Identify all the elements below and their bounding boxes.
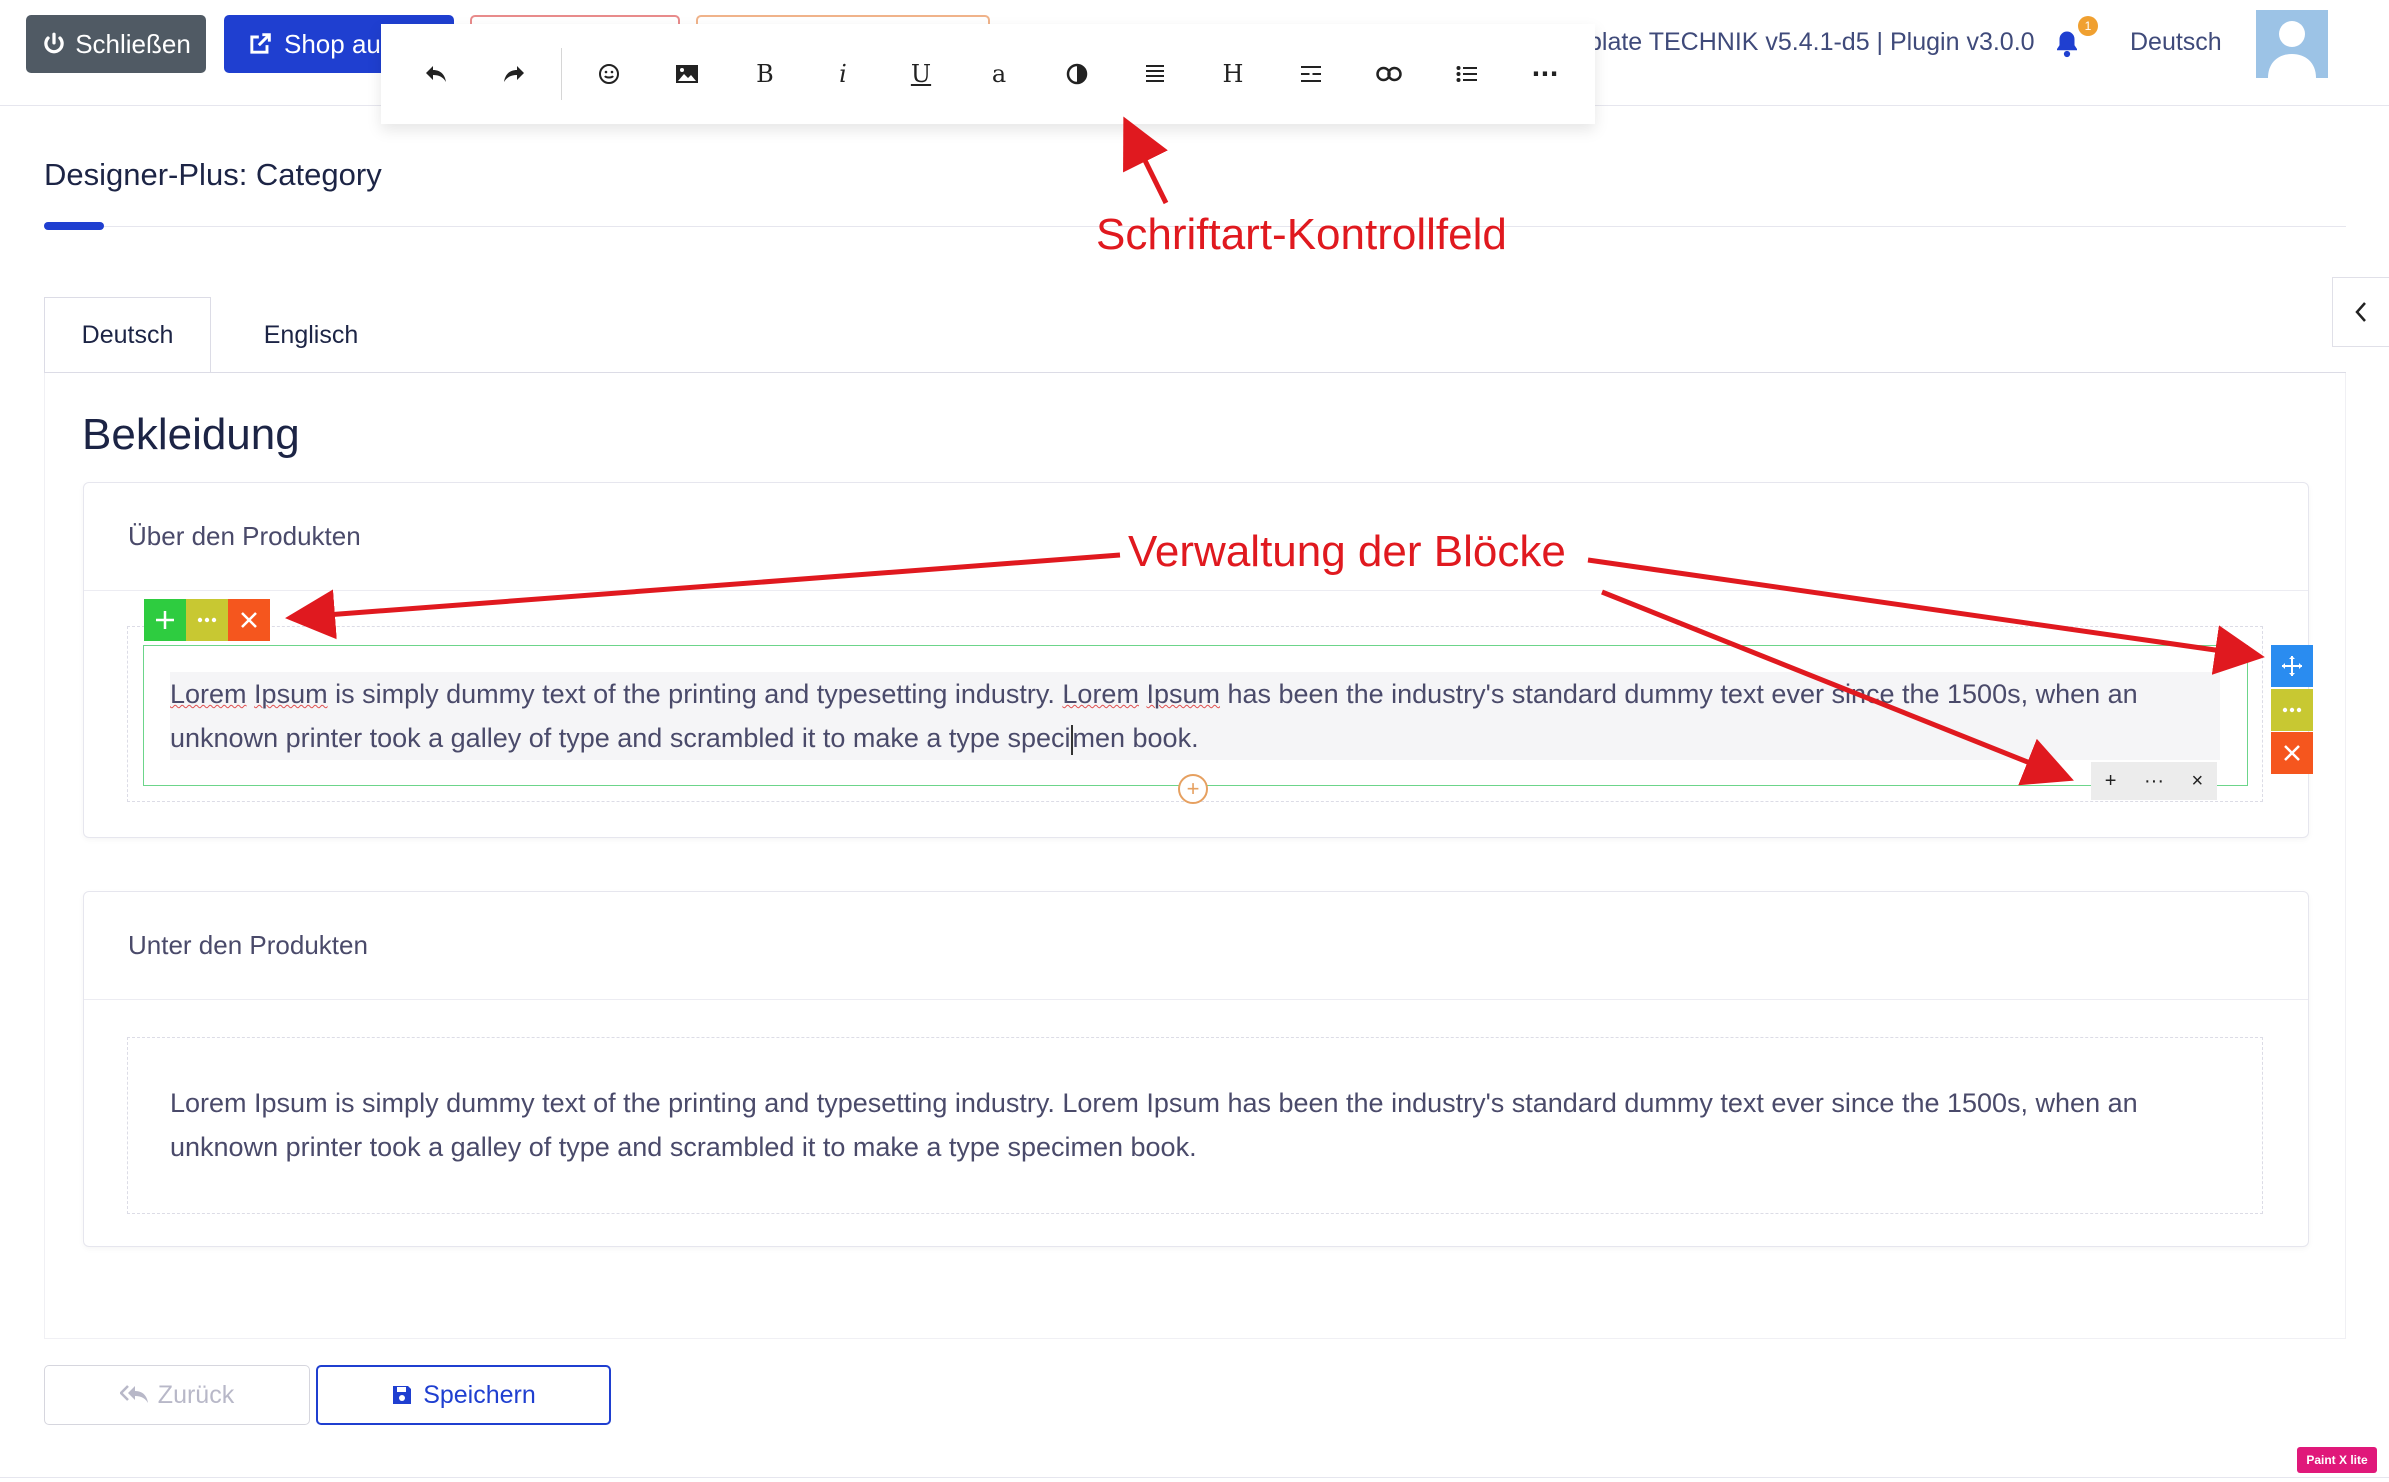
list-icon bbox=[1456, 66, 1477, 82]
dots-icon bbox=[2282, 707, 2302, 713]
annotation-font-control: Schriftart-Kontrollfeld bbox=[1096, 210, 1507, 259]
more-options-button[interactable]: ··· bbox=[1506, 24, 1584, 124]
text-fragment: men book. bbox=[1072, 723, 1199, 753]
underline-button[interactable]: U bbox=[882, 24, 960, 124]
more-options-label: ··· bbox=[1531, 60, 1559, 88]
align-button[interactable] bbox=[1116, 24, 1194, 124]
font-color-label: a bbox=[991, 60, 1007, 88]
image-icon bbox=[676, 65, 698, 83]
line-height-icon bbox=[1301, 66, 1321, 82]
dots-icon bbox=[197, 617, 217, 623]
text-fragment: Lorem bbox=[170, 679, 247, 709]
text-fragment bbox=[247, 679, 255, 709]
emoji-icon bbox=[599, 64, 619, 84]
save-icon bbox=[393, 1386, 412, 1404]
language-switcher[interactable]: Deutsch bbox=[2130, 28, 2222, 57]
text-fragment: Ipsum bbox=[254, 679, 328, 709]
redo-icon bbox=[504, 66, 524, 82]
arrow-to-toolbar bbox=[1123, 116, 1169, 205]
text-block-content[interactable]: Lorem Ipsum is simply dummy text of the … bbox=[170, 672, 2220, 760]
annotation-block-management: Verwaltung der Blöcke bbox=[1128, 527, 1566, 576]
external-link-icon bbox=[250, 33, 271, 54]
contrast-button[interactable] bbox=[1038, 24, 1116, 124]
text-fragment: Ipsum bbox=[1146, 679, 1220, 709]
link-icon bbox=[1376, 66, 1402, 82]
chevron-left-icon bbox=[2355, 302, 2366, 322]
inline-remove-button[interactable]: × bbox=[2192, 770, 2204, 793]
open-shop-label: Shop aufr bbox=[284, 28, 397, 59]
move-block-button[interactable] bbox=[2271, 645, 2313, 687]
text-fragment: is simply dummy text of the printing and… bbox=[327, 679, 1063, 709]
insert-block-button[interactable]: + bbox=[1178, 774, 1208, 804]
inline-add-button[interactable]: + bbox=[2105, 770, 2117, 793]
block-options-button[interactable] bbox=[186, 599, 228, 641]
notification-badge: 1 bbox=[2078, 16, 2098, 36]
toolbar-separator bbox=[561, 48, 562, 100]
reply-all-icon bbox=[119, 1385, 148, 1403]
inline-more-button[interactable]: ··· bbox=[2144, 770, 2164, 793]
heading-button[interactable]: H bbox=[1194, 24, 1272, 124]
bell-icon[interactable] bbox=[2052, 28, 2082, 60]
page-title: Designer-Plus: Category bbox=[44, 157, 382, 192]
save-button[interactable]: Speichern bbox=[316, 1365, 611, 1425]
font-color-button[interactable]: a bbox=[960, 24, 1038, 124]
remove-block-button[interactable] bbox=[228, 599, 270, 641]
inline-block-controls: + ··· × bbox=[2091, 762, 2217, 800]
bold-button[interactable]: B bbox=[726, 24, 804, 124]
italic-button[interactable]: i bbox=[804, 24, 882, 124]
category-heading: Bekleidung bbox=[82, 410, 300, 459]
move-icon bbox=[2282, 656, 2302, 676]
italic-label: i bbox=[839, 60, 847, 88]
contrast-icon bbox=[1066, 63, 1088, 85]
user-icon bbox=[2268, 21, 2316, 78]
image-button[interactable] bbox=[648, 24, 726, 124]
block-options-button-right[interactable] bbox=[2271, 689, 2313, 731]
plus-icon bbox=[156, 611, 174, 629]
avatar[interactable] bbox=[2256, 10, 2328, 78]
close-icon bbox=[241, 612, 257, 628]
emoji-button[interactable] bbox=[570, 24, 648, 124]
bold-label: B bbox=[756, 60, 774, 88]
close-button[interactable]: Schließen bbox=[26, 15, 206, 73]
close-icon bbox=[2284, 745, 2300, 761]
tab-englisch[interactable]: Englisch bbox=[211, 297, 411, 373]
tab-deutsch[interactable]: Deutsch bbox=[44, 297, 211, 373]
remove-block-button-right[interactable] bbox=[2271, 732, 2313, 774]
line-height-button[interactable] bbox=[1272, 24, 1350, 124]
text-block-content[interactable]: Lorem Ipsum is simply dummy text of the … bbox=[170, 1081, 2230, 1169]
sidebar-toggle[interactable] bbox=[2332, 277, 2389, 347]
title-accent-bar bbox=[44, 222, 104, 230]
version-info: plate TECHNIK v5.4.1-d5 | Plugin v3.0.0 bbox=[1588, 28, 2035, 56]
text-fragment: Lorem bbox=[1062, 679, 1139, 709]
heading-label: H bbox=[1222, 60, 1244, 88]
back-button[interactable]: Zurück bbox=[44, 1365, 310, 1425]
language-tabs: Deutsch Englisch bbox=[44, 297, 411, 373]
power-icon bbox=[44, 32, 64, 54]
redo-button[interactable] bbox=[475, 24, 553, 124]
align-icon bbox=[1146, 65, 1164, 82]
editor-toolbar: B i U a H ··· bbox=[381, 24, 1595, 124]
close-button-label: Schließen bbox=[75, 28, 191, 59]
undo-button[interactable] bbox=[397, 24, 475, 124]
watermark-badge: Paint X lite bbox=[2297, 1447, 2377, 1473]
list-button[interactable] bbox=[1428, 24, 1506, 124]
back-label: Zurück bbox=[157, 1380, 235, 1409]
add-block-button[interactable] bbox=[144, 599, 186, 641]
link-button[interactable] bbox=[1350, 24, 1428, 124]
save-label: Speichern bbox=[423, 1380, 536, 1409]
underline-label: U bbox=[910, 60, 932, 88]
undo-icon bbox=[426, 66, 446, 82]
section-title: Unter den Produkten bbox=[84, 892, 2308, 1000]
footer-divider bbox=[0, 1477, 2389, 1478]
